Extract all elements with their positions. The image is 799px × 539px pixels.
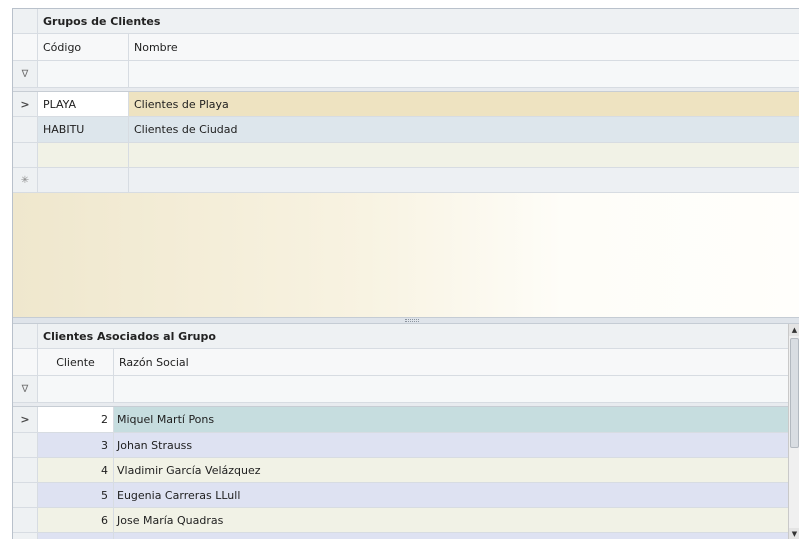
clientes-column-headers: Cliente Razón Social bbox=[13, 349, 788, 376]
cell-codigo[interactable]: PLAYA bbox=[38, 92, 129, 117]
table-row-partial bbox=[13, 533, 788, 539]
funnel-icon[interactable]: ∇ bbox=[13, 376, 38, 403]
cell-cliente[interactable]: 4 bbox=[38, 458, 114, 483]
table-row[interactable] bbox=[13, 143, 799, 168]
column-header-nombre[interactable]: Nombre bbox=[129, 34, 799, 61]
cell-razon-social bbox=[114, 533, 788, 539]
clientes-filter-row: ∇ bbox=[13, 376, 788, 403]
cell-razon-social[interactable]: Johan Strauss bbox=[114, 433, 788, 458]
grupos-empty-area bbox=[13, 193, 799, 317]
table-row[interactable]: 6 Jose María Quadras bbox=[13, 508, 788, 533]
row-selector[interactable] bbox=[13, 117, 38, 143]
table-row[interactable]: 5 Eugenia Carreras LLull bbox=[13, 483, 788, 508]
cell-nombre[interactable]: Clientes de Playa bbox=[129, 92, 799, 117]
column-header-cliente[interactable]: Cliente bbox=[38, 349, 114, 376]
new-row[interactable]: ✳ bbox=[13, 168, 799, 193]
grupos-panel: Grupos de Clientes Código Nombre ∇ > PLA… bbox=[13, 9, 799, 317]
table-row[interactable]: 3 Johan Strauss bbox=[13, 433, 788, 458]
grupos-column-headers: Código Nombre bbox=[13, 34, 799, 61]
table-row[interactable]: > PLAYA Clientes de Playa bbox=[13, 92, 799, 117]
scrollbar-thumb[interactable] bbox=[790, 338, 799, 448]
clientes-panel: Clientes Asociados al Grupo Cliente Razó… bbox=[13, 324, 788, 539]
cell-razon-social[interactable]: Eugenia Carreras LLull bbox=[114, 483, 788, 508]
cell-cliente bbox=[38, 533, 114, 539]
cell-codigo[interactable] bbox=[38, 143, 129, 168]
grupos-filter-row: ∇ bbox=[13, 61, 799, 88]
cell-nombre[interactable]: Clientes de Ciudad bbox=[129, 117, 799, 143]
filter-cell-cliente[interactable] bbox=[38, 376, 114, 403]
filter-cell-codigo[interactable] bbox=[38, 61, 129, 88]
row-selector[interactable] bbox=[13, 433, 38, 458]
filter-cell-nombre[interactable] bbox=[129, 61, 799, 88]
scroll-down-icon[interactable]: ▼ bbox=[789, 528, 799, 539]
splitter-grip-icon bbox=[405, 319, 419, 322]
filter-cell-razon-social[interactable] bbox=[114, 376, 788, 403]
new-cell-nombre[interactable] bbox=[129, 168, 799, 193]
column-header-codigo[interactable]: Código bbox=[38, 34, 129, 61]
current-row-arrow-icon: > bbox=[13, 407, 38, 433]
table-row[interactable]: HABITU Clientes de Ciudad bbox=[13, 117, 799, 143]
header-row-selector bbox=[13, 349, 38, 376]
current-row-arrow-icon: > bbox=[13, 92, 38, 117]
panel-splitter[interactable] bbox=[13, 317, 799, 324]
header-row-selector bbox=[13, 34, 38, 61]
cell-razon-social[interactable]: Jose María Quadras bbox=[114, 508, 788, 533]
cell-cliente[interactable]: 3 bbox=[38, 433, 114, 458]
row-selector[interactable] bbox=[13, 508, 38, 533]
new-cell-codigo[interactable] bbox=[38, 168, 129, 193]
table-row[interactable]: > 2 Miquel Martí Pons bbox=[13, 407, 788, 433]
header-corner bbox=[13, 324, 38, 349]
table-row[interactable]: 4 Vladimir García Velázquez bbox=[13, 458, 788, 483]
scroll-up-icon[interactable]: ▲ bbox=[789, 324, 799, 336]
cell-nombre[interactable] bbox=[129, 143, 799, 168]
header-corner bbox=[13, 9, 38, 34]
cell-razon-social[interactable]: Miquel Martí Pons bbox=[114, 407, 788, 433]
row-selector bbox=[13, 533, 38, 539]
row-selector[interactable] bbox=[13, 458, 38, 483]
vertical-scrollbar[interactable]: ▲ ▼ bbox=[788, 324, 799, 539]
row-selector[interactable] bbox=[13, 143, 38, 168]
cell-cliente[interactable]: 2 bbox=[38, 407, 114, 433]
grupos-title: Grupos de Clientes bbox=[38, 9, 799, 34]
cell-razon-social[interactable]: Vladimir García Velázquez bbox=[114, 458, 788, 483]
grupos-group-header: Grupos de Clientes bbox=[13, 9, 799, 34]
funnel-icon[interactable]: ∇ bbox=[13, 61, 38, 88]
new-row-star-icon: ✳ bbox=[13, 168, 38, 193]
cell-cliente[interactable]: 6 bbox=[38, 508, 114, 533]
grids-frame: Grupos de Clientes Código Nombre ∇ > PLA… bbox=[12, 8, 799, 539]
clientes-group-header: Clientes Asociados al Grupo bbox=[13, 324, 788, 349]
column-header-razon-social[interactable]: Razón Social bbox=[114, 349, 788, 376]
cell-cliente[interactable]: 5 bbox=[38, 483, 114, 508]
row-selector[interactable] bbox=[13, 483, 38, 508]
clientes-title: Clientes Asociados al Grupo bbox=[38, 324, 788, 349]
cell-codigo[interactable]: HABITU bbox=[38, 117, 129, 143]
